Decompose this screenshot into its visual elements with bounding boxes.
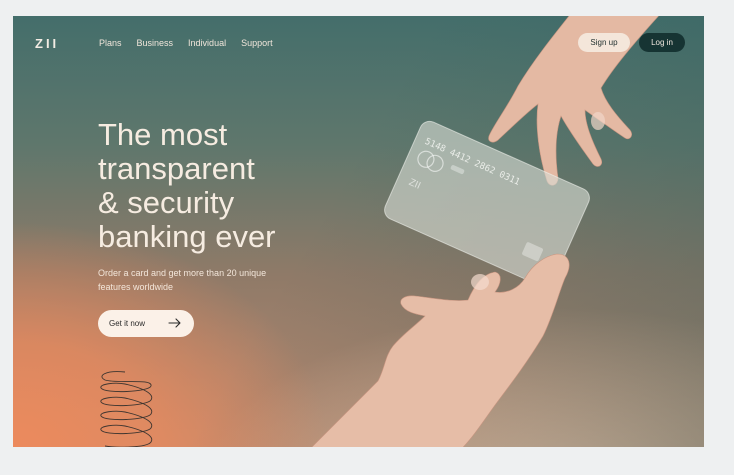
hero-headline: The most transparent & security banking … <box>98 118 348 254</box>
logo[interactable]: ZII <box>35 36 59 51</box>
main-nav: Plans Business Individual Support <box>99 38 273 48</box>
headline-line-1: The most <box>98 117 228 152</box>
hero-frame: 5148 4412 2862 0311 ZII ZII Plans Busine… <box>13 16 704 447</box>
nav-item-individual[interactable]: Individual <box>188 38 226 48</box>
cta-label: Get it now <box>109 319 146 328</box>
spiral-decoration <box>100 371 153 447</box>
signup-button[interactable]: Sign up <box>578 33 630 52</box>
headline-line-2: transparent <box>98 151 255 186</box>
login-button[interactable]: Log in <box>639 33 685 52</box>
nav-item-business[interactable]: Business <box>137 38 174 48</box>
nav-item-support[interactable]: Support <box>241 38 273 48</box>
headline-line-3: & security <box>98 185 235 220</box>
lower-hand <box>311 253 570 447</box>
nav-item-plans[interactable]: Plans <box>99 38 122 48</box>
headline-line-4: banking ever <box>98 219 276 254</box>
hero-subtext: Order a card and get more than 20 unique… <box>98 268 267 292</box>
get-it-now-button[interactable]: Get it now <box>98 310 194 337</box>
arrow-right-icon <box>168 318 181 328</box>
